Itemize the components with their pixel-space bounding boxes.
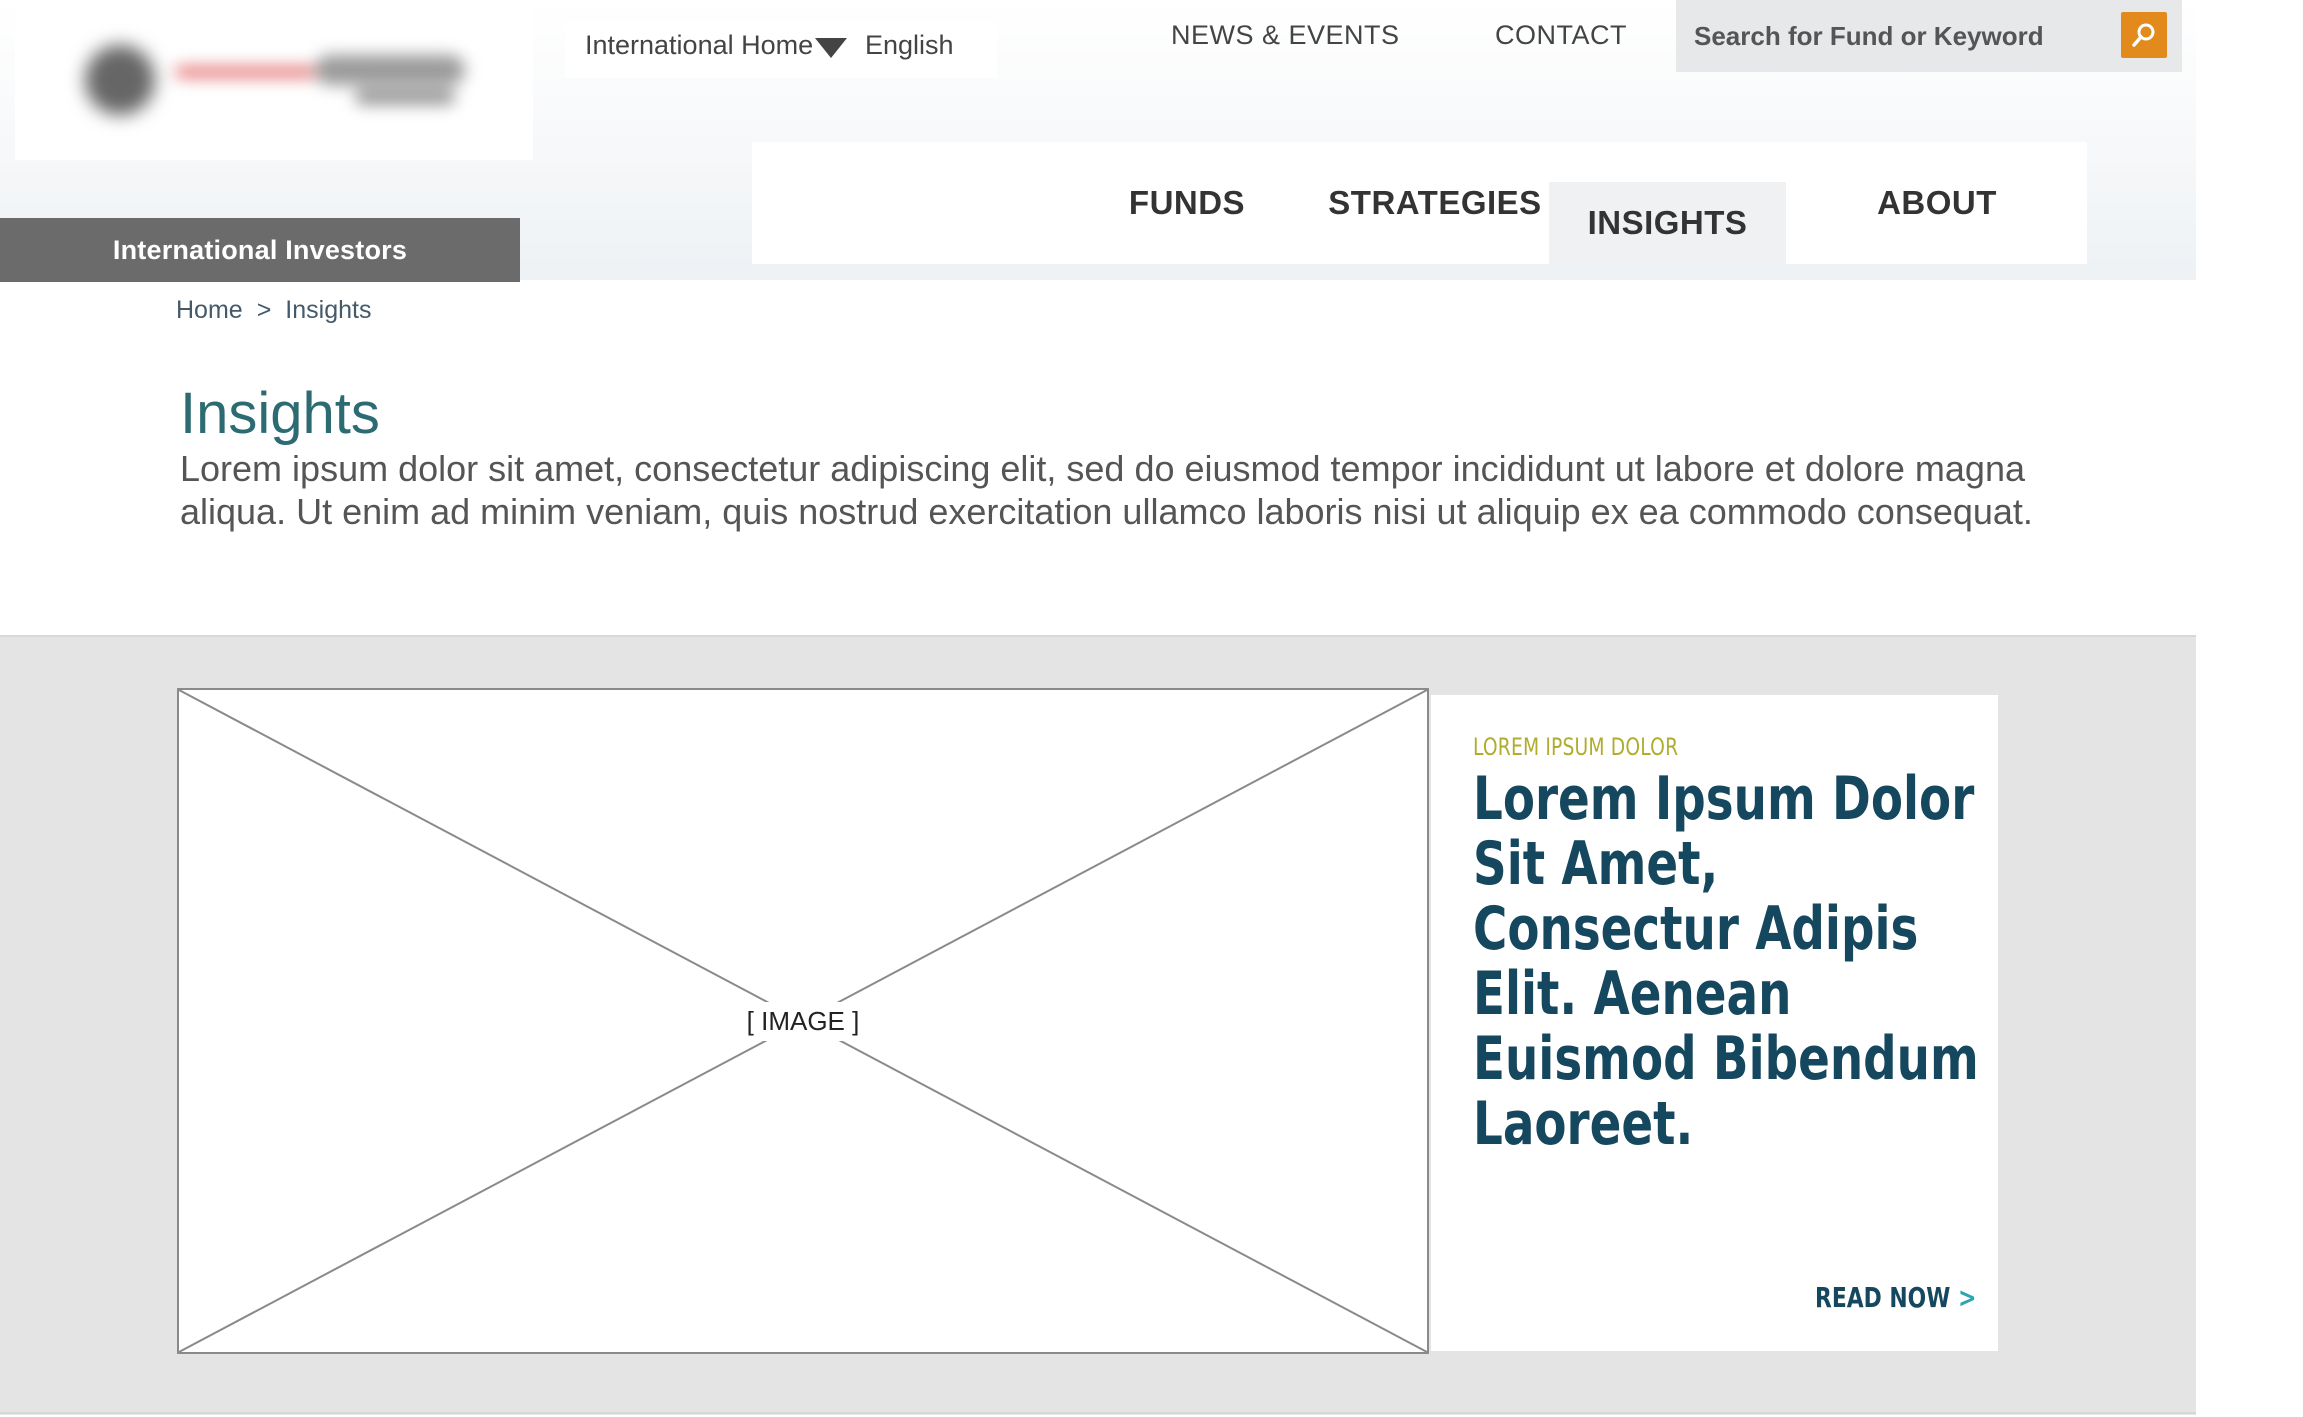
nav-item-insights[interactable]: INSIGHTS [1549,182,1786,264]
page-title: Insights [180,381,380,446]
international-investors-bar[interactable]: International Investors [0,218,520,282]
breadcrumb: Home > Insights [176,296,371,325]
news-events-link[interactable]: NEWS & EVENTS [1171,20,1400,51]
card-headline[interactable]: Lorem Ipsum Dolor Sit Amet, Consectur Ad… [1473,767,1988,1157]
feature-card[interactable]: LOREM IPSUM DOLOR Lorem Ipsum Dolor Sit … [1431,695,1998,1351]
breadcrumb-separator: > [256,296,272,324]
feature-image-placeholder[interactable]: [ IMAGE ] [177,688,1429,1354]
search-bar [1676,0,2182,72]
logo-mark-icon [75,40,165,120]
language-selector[interactable]: English [865,30,954,61]
nav-item-about[interactable]: ABOUT [1792,142,2082,264]
search-icon [2132,23,2155,47]
contact-link[interactable]: CONTACT [1495,20,1627,51]
nav-item-strategies[interactable]: STRATEGIES [1300,142,1570,264]
page: International Investors International Ho… [0,0,2303,1417]
caret-down-icon [815,37,848,58]
breadcrumb-current[interactable]: Insights [285,296,371,325]
logo-wordmark [155,55,475,115]
search-button[interactable] [2121,12,2167,58]
international-home-label: International Home [585,30,814,60]
section-divider [0,1412,2196,1414]
image-placeholder-label: [ IMAGE ] [732,1001,874,1041]
chevron-right-icon: > [1958,1281,1977,1314]
logo[interactable] [15,0,533,160]
search-input[interactable] [1694,0,2114,72]
read-now-link[interactable]: READ NOW > [1815,1281,1976,1314]
nav-item-funds[interactable]: FUNDS [1102,142,1272,264]
international-home-dropdown[interactable]: International Home [585,30,848,61]
read-now-label: READ NOW [1815,1281,1951,1314]
page-intro: Lorem ipsum dolor sit amet, consectetur … [180,448,2033,532]
breadcrumb-home[interactable]: Home [176,296,243,325]
main-nav: FUNDS STRATEGIES INSIGHTS ABOUT [752,142,2087,264]
card-eyebrow: LOREM IPSUM DOLOR [1473,733,1679,761]
